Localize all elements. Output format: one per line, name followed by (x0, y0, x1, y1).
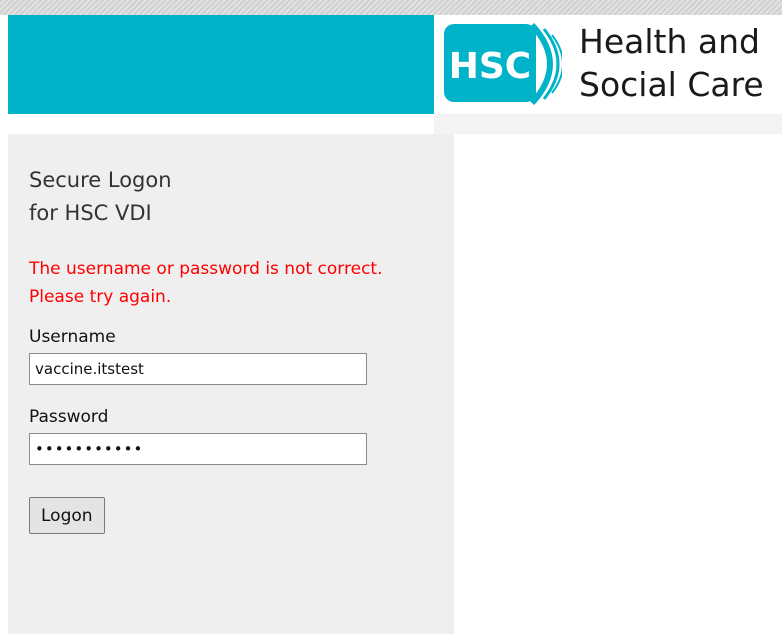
error-message: The username or password is not correct.… (29, 255, 382, 311)
header-band (8, 15, 434, 114)
hsc-logo-icon: HSC (444, 22, 564, 106)
password-input[interactable] (29, 433, 367, 465)
username-label: Username (29, 327, 116, 347)
logon-page: HSC Health and Social Care Secure Logon … (0, 0, 782, 634)
header-shadow-strip (434, 114, 782, 134)
logo-text-line2: Social Care (579, 65, 764, 104)
logon-panel: Secure Logon for HSC VDI The username or… (8, 134, 454, 634)
error-line1: The username or password is not correct. (29, 259, 383, 279)
title-line2: for HSC VDI (29, 201, 152, 225)
page-title: Secure Logon for HSC VDI (29, 164, 172, 230)
logo-wordmark: Health and Social Care (579, 20, 764, 106)
left-edge (0, 15, 8, 634)
logon-button[interactable]: Logon (29, 497, 105, 534)
logo-text-line1: Health and (579, 22, 760, 61)
logo-abbreviation: HSC (449, 46, 531, 87)
error-line2: Please try again. (29, 287, 172, 307)
top-strip (0, 0, 782, 15)
title-line1: Secure Logon (29, 168, 172, 192)
header-logo-area: HSC Health and Social Care (434, 15, 782, 114)
password-label: Password (29, 407, 109, 427)
username-input[interactable] (29, 353, 367, 385)
